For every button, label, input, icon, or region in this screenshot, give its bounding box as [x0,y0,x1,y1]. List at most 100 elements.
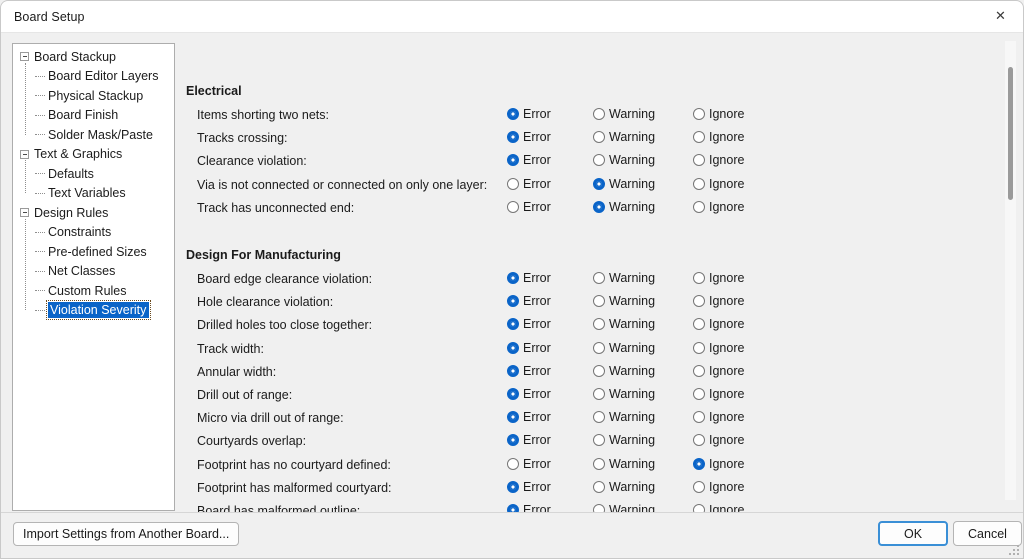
sidebar-item-text-graphics[interactable]: Text & Graphics [13,145,174,165]
severity-radio-ignore[interactable]: Ignore [693,503,744,512]
sidebar-item-violation-severity[interactable]: Violation Severity [13,300,174,321]
sidebar-item-solder-mask-paste[interactable]: Solder Mask/Paste [13,125,174,145]
sidebar-item-board-editor-layers[interactable]: Board Editor Layers [13,67,174,87]
radio-error-icon[interactable] [507,388,519,400]
severity-radio-error[interactable]: Error [507,341,551,355]
severity-radio-error[interactable]: Error [507,153,551,167]
severity-radio-warning[interactable]: Warning [593,433,655,447]
radio-ignore-icon[interactable] [693,480,705,493]
severity-radio-warning[interactable]: Warning [593,271,655,285]
sidebar-item-pre-defined-sizes[interactable]: Pre-defined Sizes [13,242,174,262]
scrollbar-thumb[interactable] [1008,67,1013,200]
radio-warning-icon[interactable] [593,480,605,493]
radio-error-icon[interactable] [507,272,519,284]
radio-ignore-icon[interactable] [693,434,705,447]
radio-ignore-icon[interactable] [693,200,705,213]
resize-grip[interactable] [1009,545,1020,556]
radio-error-icon[interactable] [507,504,519,512]
settings-tree[interactable]: Board Stackup Board Editor Layers Physical… [12,43,175,511]
sidebar-item-custom-rules[interactable]: Custom Rules [13,281,174,301]
collapse-icon[interactable] [20,149,29,159]
severity-radio-error[interactable]: Error [507,480,551,494]
radio-error-icon[interactable] [507,341,519,354]
radio-ignore-icon[interactable] [693,131,705,144]
radio-error-icon[interactable] [507,434,519,447]
severity-radio-warning[interactable]: Warning [593,480,655,494]
severity-radio-warning[interactable]: Warning [593,153,655,167]
severity-radio-error[interactable]: Error [507,364,551,378]
severity-radio-warning[interactable]: Warning [593,107,655,121]
sidebar-item-net-classes[interactable]: Net Classes [13,262,174,282]
radio-ignore-icon[interactable] [693,388,705,400]
radio-warning-icon[interactable] [593,108,605,120]
severity-radio-error[interactable]: Error [507,433,551,447]
sidebar-item-physical-stackup[interactable]: Physical Stackup [13,86,174,106]
radio-ignore-icon[interactable] [693,457,705,470]
severity-radio-ignore[interactable]: Ignore [693,177,744,191]
radio-warning-icon[interactable] [593,200,605,213]
sidebar-item-constraints[interactable]: Constraints [13,223,174,243]
radio-warning-icon[interactable] [593,318,605,331]
radio-ignore-icon[interactable] [693,272,705,284]
radio-error-icon[interactable] [507,295,519,308]
radio-warning-icon[interactable] [593,411,605,424]
severity-radio-ignore[interactable]: Ignore [693,294,744,308]
radio-ignore-icon[interactable] [693,504,705,512]
radio-warning-icon[interactable] [593,504,605,512]
radio-error-icon[interactable] [507,131,519,144]
import-settings-button[interactable]: Import Settings from Another Board... [13,522,240,546]
radio-ignore-icon[interactable] [693,318,705,331]
severity-radio-ignore[interactable]: Ignore [693,271,744,285]
severity-radio-warning[interactable]: Warning [593,364,655,378]
radio-ignore-icon[interactable] [693,154,705,167]
radio-ignore-icon[interactable] [693,177,705,190]
radio-ignore-icon[interactable] [693,108,705,120]
collapse-icon[interactable] [20,52,29,62]
severity-radio-warning[interactable]: Warning [593,387,655,401]
severity-radio-warning[interactable]: Warning [593,130,655,144]
radio-warning-icon[interactable] [593,388,605,400]
severity-radio-error[interactable]: Error [507,200,551,214]
radio-error-icon[interactable] [507,457,519,470]
severity-radio-ignore[interactable]: Ignore [693,433,744,447]
vertical-scrollbar[interactable] [1005,41,1016,500]
collapse-icon[interactable] [20,208,29,218]
severity-radio-ignore[interactable]: Ignore [693,410,744,424]
radio-warning-icon[interactable] [593,364,605,377]
sidebar-item-design-rules[interactable]: Design Rules [13,203,174,223]
severity-radio-warning[interactable]: Warning [593,341,655,355]
severity-radio-warning[interactable]: Warning [593,457,655,471]
severity-radio-error[interactable]: Error [507,107,551,121]
severity-radio-ignore[interactable]: Ignore [693,341,744,355]
severity-radio-ignore[interactable]: Ignore [693,317,744,331]
severity-radio-error[interactable]: Error [507,294,551,308]
radio-ignore-icon[interactable] [693,364,705,377]
sidebar-item-defaults[interactable]: Defaults [13,164,174,184]
severity-radio-ignore[interactable]: Ignore [693,387,744,401]
radio-ignore-icon[interactable] [693,341,705,354]
severity-radio-warning[interactable]: Warning [593,317,655,331]
sidebar-item-board-finish[interactable]: Board Finish [13,106,174,126]
radio-warning-icon[interactable] [593,341,605,354]
radio-warning-icon[interactable] [593,457,605,470]
sidebar-item-text-variables[interactable]: Text Variables [13,184,174,204]
severity-radio-ignore[interactable]: Ignore [693,107,744,121]
severity-radio-error[interactable]: Error [507,271,551,285]
severity-radio-warning[interactable]: Warning [593,200,655,214]
severity-radio-error[interactable]: Error [507,317,551,331]
severity-radio-error[interactable]: Error [507,457,551,471]
severity-radio-ignore[interactable]: Ignore [693,457,744,471]
severity-radio-warning[interactable]: Warning [593,410,655,424]
radio-error-icon[interactable] [507,364,519,377]
radio-error-icon[interactable] [507,154,519,167]
cancel-button[interactable]: Cancel [953,521,1022,546]
radio-error-icon[interactable] [507,318,519,331]
severity-radio-error[interactable]: Error [507,177,551,191]
radio-error-icon[interactable] [507,177,519,190]
radio-warning-icon[interactable] [593,177,605,190]
radio-error-icon[interactable] [507,200,519,213]
close-button[interactable]: ✕ [978,1,1023,32]
radio-warning-icon[interactable] [593,154,605,167]
severity-radio-warning[interactable]: Warning [593,294,655,308]
radio-warning-icon[interactable] [593,434,605,447]
